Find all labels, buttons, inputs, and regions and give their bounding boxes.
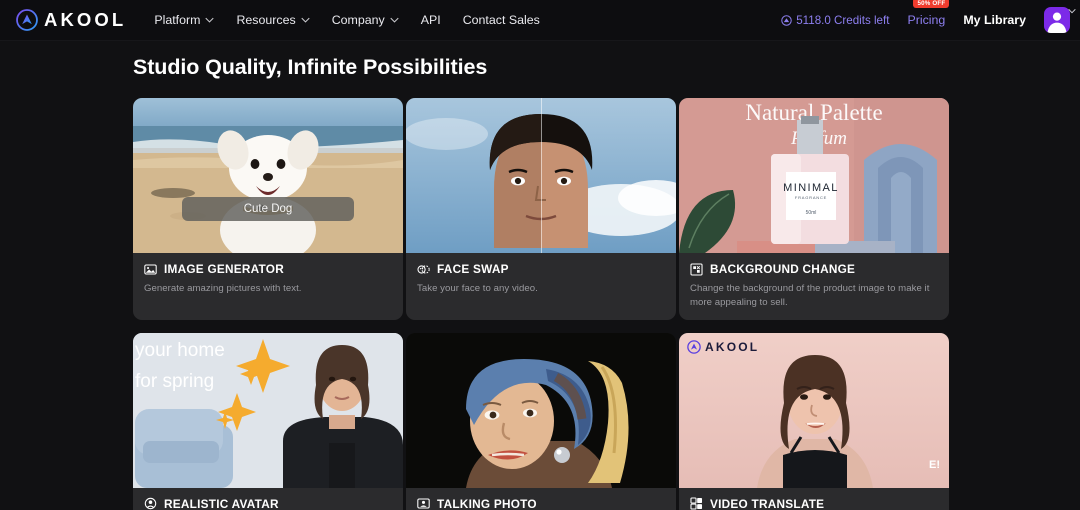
card-realistic-avatar-body: REALISTIC AVATAR Type the scripts, and c… xyxy=(133,488,403,510)
nav-item-resources[interactable]: Resources xyxy=(236,13,310,27)
svg-text:50ml: 50ml xyxy=(806,210,817,216)
page-title: Studio Quality, Infinite Possibilities xyxy=(133,55,488,79)
card-background-change-head: BACKGROUND CHANGE xyxy=(690,262,938,276)
nav-item-contact-sales[interactable]: Contact Sales xyxy=(463,13,540,27)
card-face-swap[interactable]: FACE SWAP Take your face to any video. xyxy=(406,98,676,320)
feature-card-grid: Cute Dog IMAGE GENERATOR Generate amazin… xyxy=(133,98,1080,510)
chevron-down-icon xyxy=(390,17,399,23)
card-image-generator-title: IMAGE GENERATOR xyxy=(164,262,284,276)
card-image-generator-media: Cute Dog xyxy=(133,98,403,253)
brand-logo[interactable]: AKOOL xyxy=(16,9,126,31)
card-face-swap-desc: Take your face to any video. xyxy=(417,283,538,294)
nav-item-platform[interactable]: Platform xyxy=(154,13,215,27)
card-video-translate-body: VIDEO TRANSLATE Translate your videos se… xyxy=(679,488,949,510)
svg-text:FRAGRANCE: FRAGRANCE xyxy=(795,195,827,200)
card-video-translate-title: VIDEO TRANSLATE xyxy=(710,496,825,510)
pricing-link-wrap: 50% OFF Pricing xyxy=(907,0,950,29)
talking-photo-icon xyxy=(417,498,430,509)
user-avatar-icon xyxy=(1044,7,1070,33)
card-video-translate-head: VIDEO TRANSLATE xyxy=(690,497,938,510)
dog-beach-illustration xyxy=(133,98,403,253)
nav-item-platform-label: Platform xyxy=(154,13,201,27)
card-talking-photo-media xyxy=(406,332,676,488)
svg-text:for spring: for spring xyxy=(135,371,214,392)
my-library-link[interactable]: My Library xyxy=(963,13,1026,27)
card-realistic-avatar-title: REALISTIC AVATAR xyxy=(164,496,279,510)
video-translate-icon xyxy=(690,497,703,510)
media-corner-logo: E! xyxy=(929,459,940,472)
svg-text:MINIMAL: MINIMAL xyxy=(783,182,839,194)
media-watermark-label: AKOOL xyxy=(705,339,760,354)
chevron-down-icon xyxy=(301,17,310,23)
image-picture-icon xyxy=(144,264,157,274)
card-image-generator-head: IMAGE GENERATOR xyxy=(144,262,392,276)
card-talking-photo[interactable]: TALKING PHOTO Easily create talking phot… xyxy=(406,332,676,510)
media-watermark: AKOOL xyxy=(687,340,759,354)
chevron-down-icon xyxy=(1068,8,1076,14)
akool-logo-icon xyxy=(687,340,701,354)
card-realistic-avatar[interactable]: your home for spring REALISTIC AVATAR xyxy=(133,332,403,510)
chevron-down-icon xyxy=(205,17,215,23)
card-talking-photo-title: TALKING PHOTO xyxy=(437,496,537,510)
nav-item-api-label: API xyxy=(420,13,441,27)
card-face-swap-head: FACE SWAP xyxy=(417,262,665,276)
promo-badge: 50% OFF xyxy=(913,0,950,8)
credits-indicator[interactable]: 5118.0 Credits left xyxy=(781,14,889,27)
card-background-change-body: BACKGROUND CHANGE Change the background … xyxy=(679,253,949,320)
page-content: Studio Quality, Infinite Possibilities C… xyxy=(0,41,1080,510)
face-swap-icon xyxy=(417,264,430,274)
nav-item-company[interactable]: Company xyxy=(332,13,399,27)
card-background-change-media: Natural Palette Perfum MINIMAL FRAGRAN xyxy=(679,98,949,253)
card-video-translate-media: AKOOL E! xyxy=(679,332,949,488)
background-change-icon xyxy=(690,262,703,276)
card-face-swap-title: FACE SWAP xyxy=(437,262,509,276)
nav-item-resources-label: Resources xyxy=(236,13,296,27)
nav-item-contact-sales-label: Contact Sales xyxy=(462,13,540,27)
pearl-earring-painting xyxy=(406,332,676,488)
nav-item-api[interactable]: API xyxy=(421,13,441,27)
card-realistic-avatar-head: REALISTIC AVATAR xyxy=(144,497,392,510)
card-talking-photo-body: TALKING PHOTO Easily create talking phot… xyxy=(406,488,676,510)
credits-label: 5118.0 Credits left xyxy=(796,13,890,27)
nav-item-company-label: Company xyxy=(331,13,385,27)
card-image-generator-desc: Generate amazing pictures with text. xyxy=(144,283,302,294)
credit-coin-icon xyxy=(781,14,792,26)
card-realistic-avatar-media: your home for spring xyxy=(133,332,403,488)
card-video-translate[interactable]: AKOOL E! VIDEO TRANSLATE Translate your … xyxy=(679,332,949,510)
card-face-swap-media xyxy=(406,98,676,253)
nav-links: Platform Resources Company API Contact S… xyxy=(154,13,540,27)
card-background-change-title: BACKGROUND CHANGE xyxy=(710,262,856,276)
card-background-change-desc: Change the background of the product ima… xyxy=(690,283,930,308)
brand-name: AKOOL xyxy=(44,8,127,30)
svg-text:your home: your home xyxy=(135,340,225,361)
card-image-generator[interactable]: Cute Dog IMAGE GENERATOR Generate amazin… xyxy=(133,98,403,320)
card-face-swap-body: FACE SWAP Take your face to any video. xyxy=(406,253,676,306)
card-image-generator-body: IMAGE GENERATOR Generate amazing picture… xyxy=(133,253,403,306)
video-translate-portrait xyxy=(679,332,949,488)
top-navbar: AKOOL Platform Resources Company API Con… xyxy=(0,0,1080,41)
card-background-change[interactable]: Natural Palette Perfum MINIMAL FRAGRAN xyxy=(679,98,949,320)
media-label-pill: Cute Dog xyxy=(182,197,354,221)
avatar-menu[interactable] xyxy=(1044,7,1076,33)
spokesperson-room-illustration: your home for spring xyxy=(133,332,403,488)
realistic-avatar-icon xyxy=(144,498,157,510)
split-divider xyxy=(541,98,542,253)
perfume-product-illustration: Natural Palette Perfum MINIMAL FRAGRAN xyxy=(679,98,949,253)
card-talking-photo-head: TALKING PHOTO xyxy=(417,497,665,510)
navbar-right-group: 5118.0 Credits left 50% OFF Pricing My L… xyxy=(781,0,1076,33)
akool-logo-icon xyxy=(16,9,38,31)
pricing-link[interactable]: Pricing xyxy=(907,13,945,27)
